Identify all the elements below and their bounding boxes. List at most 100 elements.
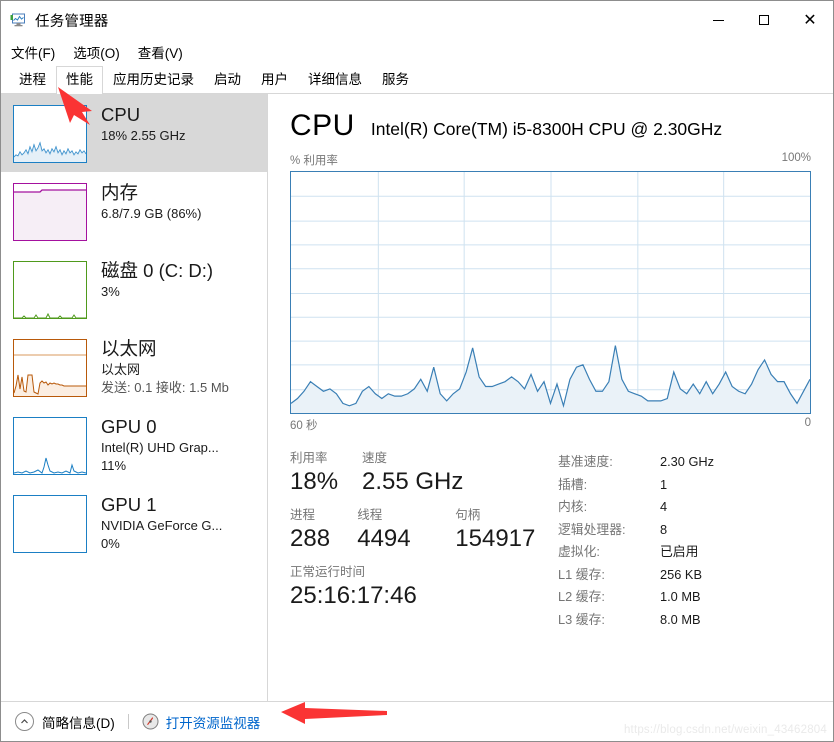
cpu-stats: 利用率 18% 速度 2.55 GHz 进程 288 线程 4494 句柄 15… xyxy=(290,450,811,631)
sidebar-disk-title: 磁盘 0 (C: D:) xyxy=(101,260,214,281)
open-resource-monitor-link[interactable]: 打开资源监视器 xyxy=(166,712,261,732)
sidebar-item-cpu[interactable]: CPU 18% 2.55 GHz xyxy=(1,94,267,172)
status-bar: 简略信息(D) 打开资源监视器 https://blog.csdn.net/we… xyxy=(1,701,833,741)
cpu-chart-svg xyxy=(291,172,810,413)
cpu-spec-list: 基准速度: 2.30 GHz 插槽: 1 内核: 4 逻辑处理器: 8 虚拟化:… xyxy=(558,450,811,631)
spec-value: 256 KB xyxy=(660,566,702,582)
sidebar-ethernet-text: 以太网 以太网 发送: 0.1 接收: 1.5 Mb xyxy=(101,337,229,397)
menu-bar: 文件(F) 选项(O) 查看(V) xyxy=(1,39,833,65)
threads-value: 4494 xyxy=(357,525,411,552)
utilization-label: 利用率 xyxy=(290,451,328,465)
sidebar-ethernet-sub1: 以太网 xyxy=(101,362,141,377)
utilization-value: 18% xyxy=(290,468,339,495)
sidebar-item-ethernet[interactable]: 以太网 以太网 发送: 0.1 接收: 1.5 Mb xyxy=(1,328,267,406)
sidebar-disk-sub: 3% xyxy=(101,284,120,299)
menu-options[interactable]: 选项(O) xyxy=(73,40,129,64)
window-controls: ✕ xyxy=(695,1,833,39)
sidebar-gpu0-text: GPU 0 Intel(R) UHD Grap... 11% xyxy=(101,415,219,475)
disk-mini-graph xyxy=(13,261,87,319)
spec-label: 内核: xyxy=(558,499,588,514)
sidebar-ethernet-sub2: 发送: 0.1 接收: 1.5 Mb xyxy=(101,380,229,395)
stat-row-uptime: 正常运行时间 25:16:17:46 xyxy=(290,564,558,610)
tab-app-history[interactable]: 应用历史记录 xyxy=(103,66,204,93)
chart-y-axis-label: % 利用率 xyxy=(290,155,338,167)
stat-handles: 句柄 154917 xyxy=(455,507,558,553)
chevron-up-icon[interactable] xyxy=(15,712,34,731)
minimize-button[interactable] xyxy=(695,1,741,39)
stat-row-utilization-speed: 利用率 18% 速度 2.55 GHz xyxy=(290,450,558,496)
spec-label: 基准速度: xyxy=(558,454,613,469)
tab-services[interactable]: 服务 xyxy=(372,66,419,93)
sidebar-memory-text: 内存 6.8/7.9 GB (86%) xyxy=(101,181,201,223)
tab-users[interactable]: 用户 xyxy=(251,66,298,93)
sidebar-gpu1-text: GPU 1 NVIDIA GeForce G... 0% xyxy=(101,493,222,553)
resource-monitor-icon xyxy=(142,713,159,730)
tab-performance[interactable]: 性能 xyxy=(56,66,103,94)
spec-label: 虚拟化: xyxy=(558,544,600,559)
tab-bar: 进程 性能 应用历史记录 启动 用户 详细信息 服务 xyxy=(1,65,833,94)
content-area: CPU 18% 2.55 GHz 内存 6.8/7.9 GB (86%) 磁盘 … xyxy=(1,94,833,701)
stat-utilization: 利用率 18% xyxy=(290,450,362,496)
gpu0-mini-graph xyxy=(13,417,87,475)
menu-file[interactable]: 文件(F) xyxy=(11,40,64,64)
handles-label: 句柄 xyxy=(455,508,481,522)
processes-value: 288 xyxy=(290,525,331,552)
spec-value: 2.30 GHz xyxy=(660,454,715,469)
spec-row: L2 缓存: 1.0 MB xyxy=(558,586,811,609)
resource-sidebar: CPU 18% 2.55 GHz 内存 6.8/7.9 GB (86%) 磁盘 … xyxy=(1,94,268,701)
spec-row: 内核: 4 xyxy=(558,496,811,519)
stat-speed: 速度 2.55 GHz xyxy=(362,450,522,496)
sidebar-ethernet-title: 以太网 xyxy=(101,338,157,359)
sidebar-cpu-text: CPU 18% 2.55 GHz xyxy=(101,103,186,145)
handles-value: 154917 xyxy=(455,525,536,552)
cpu-header: CPU Intel(R) Core(TM) i5-8300H CPU @ 2.3… xyxy=(290,108,811,144)
sidebar-cpu-title: CPU xyxy=(101,104,141,125)
uptime-value: 25:16:17:46 xyxy=(290,582,417,609)
gpu1-mini-graph xyxy=(13,495,87,553)
chart-top-labels: % 利用率 100% xyxy=(290,152,811,168)
stat-row-processes-threads-handles: 进程 288 线程 4494 句柄 154917 xyxy=(290,507,558,553)
spec-row: 虚拟化: 已启用 xyxy=(558,541,811,564)
sidebar-item-memory[interactable]: 内存 6.8/7.9 GB (86%) xyxy=(1,172,267,250)
tab-processes[interactable]: 进程 xyxy=(9,66,56,93)
window-title: 任务管理器 xyxy=(35,13,109,30)
sidebar-item-disk[interactable]: 磁盘 0 (C: D:) 3% xyxy=(1,250,267,328)
fewer-details-button[interactable]: 简略信息(D) xyxy=(42,712,115,732)
cpu-stats-left: 利用率 18% 速度 2.55 GHz 进程 288 线程 4494 句柄 15… xyxy=(290,450,558,631)
sidebar-memory-title: 内存 xyxy=(101,182,139,203)
speed-label: 速度 xyxy=(362,451,388,465)
sidebar-item-gpu0[interactable]: GPU 0 Intel(R) UHD Grap... 11% xyxy=(1,406,267,484)
spec-value: 已启用 xyxy=(660,544,699,559)
maximize-button[interactable] xyxy=(741,1,787,39)
cpu-detail-panel: CPU Intel(R) Core(TM) i5-8300H CPU @ 2.3… xyxy=(268,94,833,701)
chart-x-axis-start: 60 秒 xyxy=(290,420,318,432)
sidebar-gpu1-sub2: 0% xyxy=(101,536,120,551)
spec-label: L1 缓存: xyxy=(558,566,605,582)
spec-value: 8 xyxy=(660,521,668,537)
spec-value: 1.0 MB xyxy=(660,589,701,604)
spec-value: 4 xyxy=(660,499,668,514)
cpu-mini-graph xyxy=(13,105,87,163)
sidebar-gpu1-sub1: NVIDIA GeForce G... xyxy=(101,518,223,533)
cpu-model-name: Intel(R) Core(TM) i5-8300H CPU @ 2.30GHz xyxy=(370,119,723,139)
stat-threads: 线程 4494 xyxy=(357,507,455,553)
uptime-label: 正常运行时间 xyxy=(290,565,366,579)
sidebar-gpu0-title: GPU 0 xyxy=(101,416,157,437)
stat-processes: 进程 288 xyxy=(290,507,357,553)
task-manager-icon xyxy=(10,12,27,29)
tab-startup[interactable]: 启动 xyxy=(204,66,251,93)
task-manager-window: 任务管理器 ✕ 文件(F) 选项(O) 查看(V) 进程 性能 应用历史记录 启… xyxy=(0,0,834,742)
spec-value: 8.0 MB xyxy=(660,611,701,627)
sidebar-item-gpu1[interactable]: GPU 1 NVIDIA GeForce G... 0% xyxy=(1,484,267,562)
spec-label: 插槽: xyxy=(558,476,588,492)
status-divider xyxy=(127,714,129,729)
tab-details[interactable]: 详细信息 xyxy=(298,66,372,93)
sidebar-disk-text: 磁盘 0 (C: D:) 3% xyxy=(101,259,213,301)
chart-x-axis-end: 0 xyxy=(804,417,811,429)
stat-uptime: 正常运行时间 25:16:17:46 xyxy=(290,564,417,610)
spec-value: 1 xyxy=(660,476,668,492)
sidebar-memory-sub: 6.8/7.9 GB (86%) xyxy=(101,206,202,221)
memory-mini-graph xyxy=(13,183,87,241)
menu-view[interactable]: 查看(V) xyxy=(138,40,192,64)
close-button[interactable]: ✕ xyxy=(787,1,833,39)
